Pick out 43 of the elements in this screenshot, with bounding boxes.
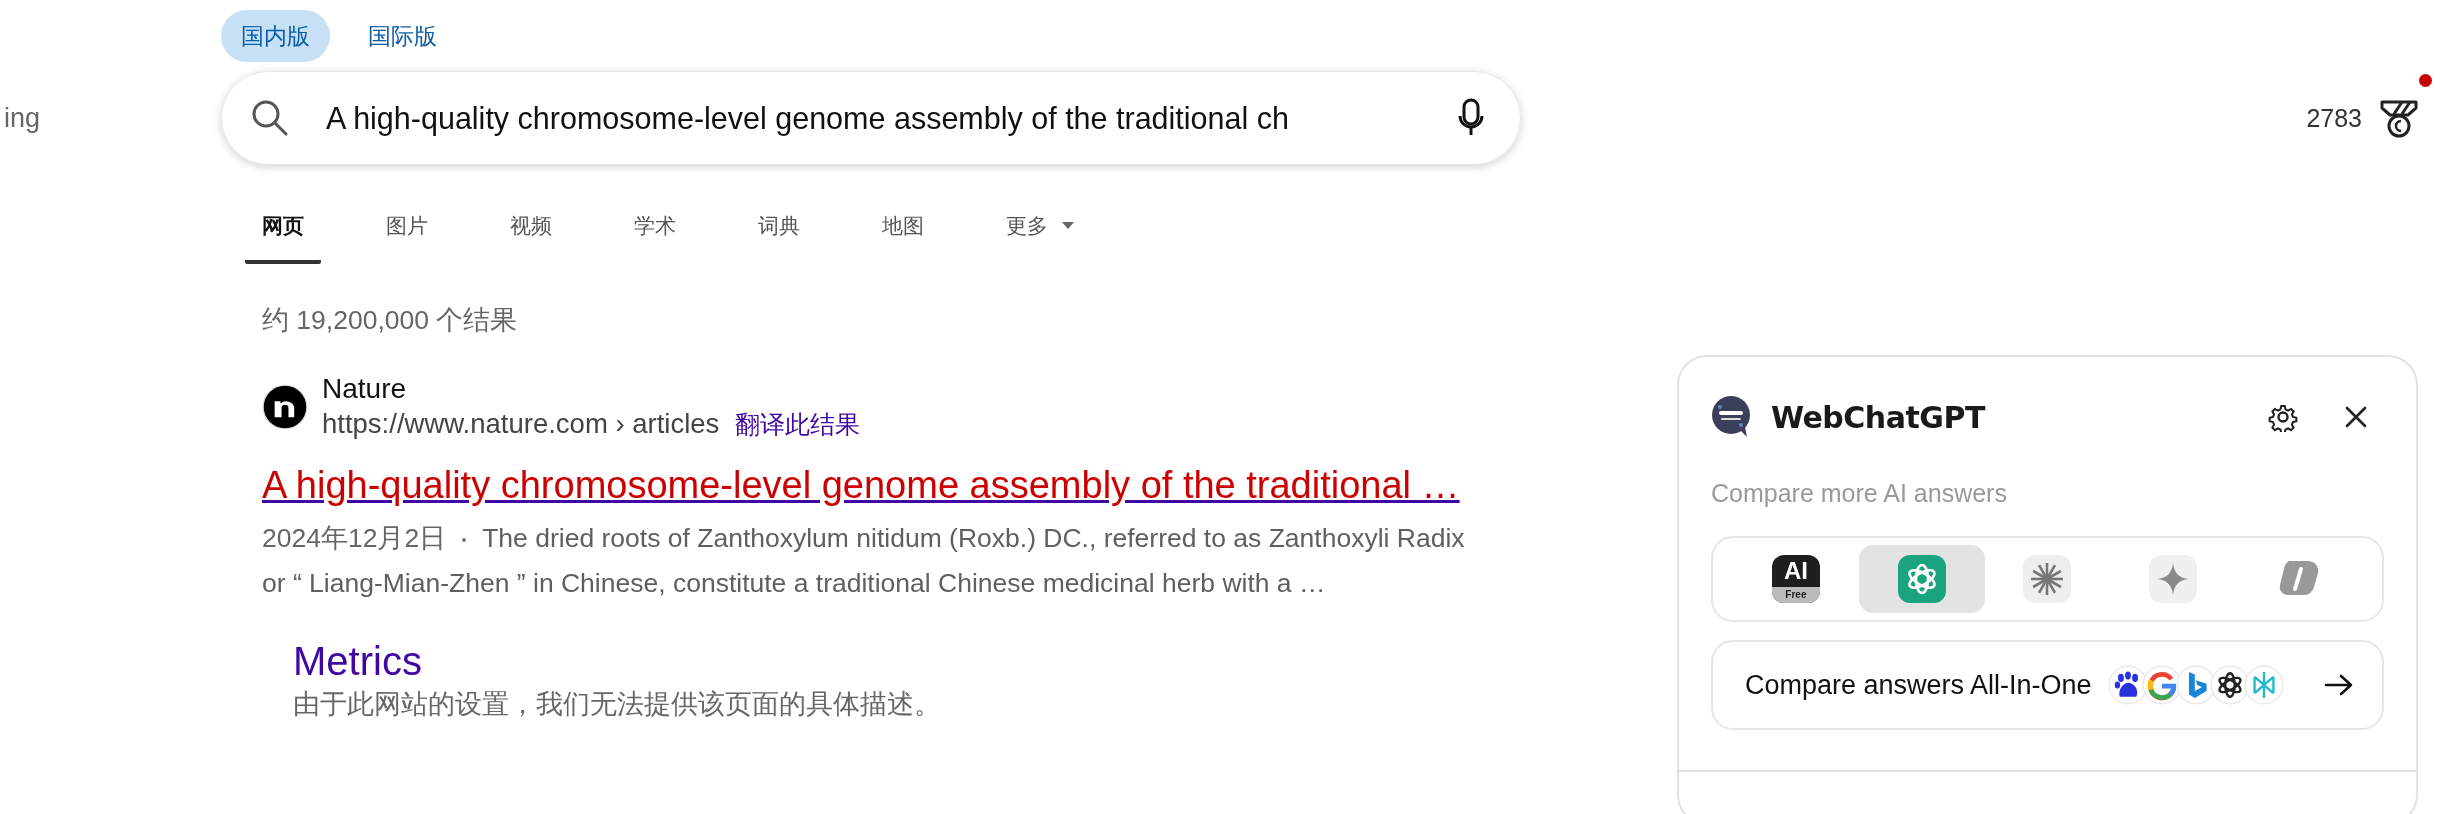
edition-tab[interactable]: 国际版 [348,10,457,62]
compare-all-button[interactable]: Compare answers All-In-One [1711,640,2384,730]
nav-tab[interactable]: 网页 [245,202,321,264]
result-snippet: 2024年12月2日 The dried roots of Zanthoxylum nitidum (Roxb.) DC., referred to as Zanthoxyli Radix or “ Liang-Mian-Zhen ” in Chinese, constitute a traditional Chinese medicinal herb with a … [262,522,1466,600]
settings-icon[interactable] [2268,402,2298,432]
caret-icon [1062,222,1074,230]
nav-tab[interactable]: 更多 [989,202,1091,264]
close-icon[interactable] [2344,405,2368,429]
arrow-right-icon [2324,673,2354,697]
paw-logo-icon [2107,665,2148,705]
medal-icon[interactable] [2380,98,2418,138]
sitelink-description: 由于此网站的设置，我们无法提供该页面的具体描述。 [293,688,942,721]
nav-tab[interactable]: 视频 [493,202,569,264]
panel-title: WebChatGPT [1771,399,1985,435]
nav-tab[interactable]: 词典 [741,202,817,264]
model-option[interactable] [1858,545,1985,613]
free-label: Free [1771,587,1820,603]
microphone-icon[interactable] [1458,98,1484,138]
sparkle-logo-icon [2149,555,2198,603]
site-favicon-icon [262,384,308,430]
knot-logo-icon [1897,555,1946,603]
extension-logo-icon [1711,395,1753,439]
lattice-logo-icon [2243,665,2284,705]
edition-tab[interactable]: 国内版 [221,10,330,62]
nav-tab[interactable]: 图片 [369,202,445,264]
ai-badge-label: AI [1783,556,1808,586]
points-count: 2783 [2306,103,2362,133]
result-title-link[interactable]: A high-quality chromosome-level genome assembly of the traditional … [262,464,1460,506]
model-option[interactable]: AI Free [1733,545,1859,613]
nav-tab[interactable]: 地图 [865,202,941,264]
knot-logo-icon [2209,665,2250,705]
brand-logo-text[interactable]: ing [4,102,41,134]
search-icon[interactable] [250,98,290,138]
panel-subtitle: Compare more AI answers [1711,479,2008,508]
result-count: 约 19,200,000 个结果 [262,304,519,337]
b-logo-icon [2175,665,2216,705]
sitelink-title[interactable]: Metrics [293,636,1487,686]
g-logo-icon [2141,665,2182,705]
translate-link[interactable]: 翻译此结果 [735,408,861,441]
starburst-logo-icon [2023,555,2072,603]
site-name: Nature [322,372,408,406]
result-url: https://www.nature.com › articles [322,407,720,441]
nav-tab[interactable]: 学术 [617,202,693,264]
